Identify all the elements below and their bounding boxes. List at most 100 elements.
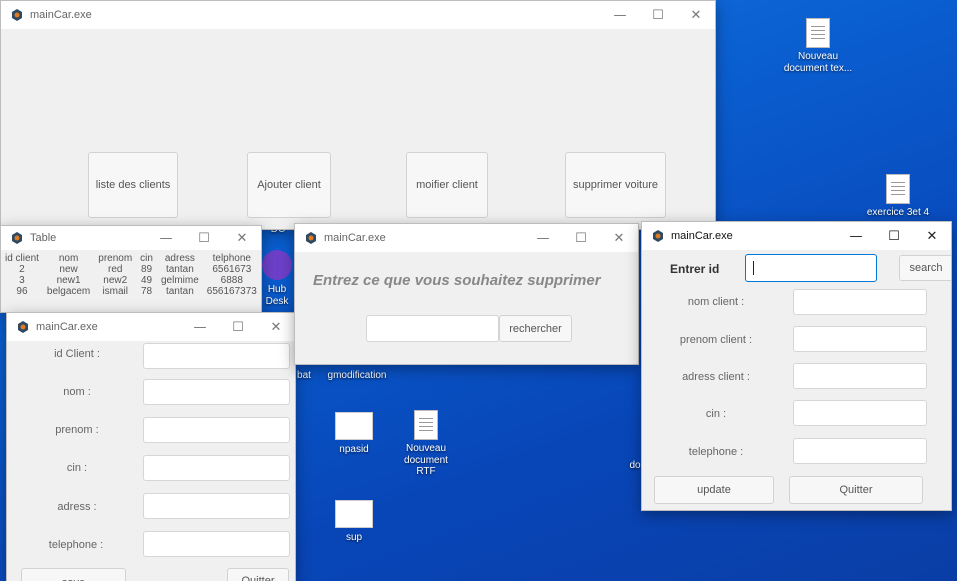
adress-client-field[interactable]: [793, 363, 927, 389]
close-button[interactable]: ✕: [223, 226, 261, 250]
minimize-button[interactable]: —: [147, 226, 185, 250]
id-client-label: id Client :: [54, 348, 100, 360]
text-document-icon: [886, 174, 910, 204]
delete-search-input[interactable]: [366, 315, 499, 342]
minimize-button[interactable]: —: [524, 224, 562, 252]
close-button[interactable]: ✕: [677, 1, 715, 29]
minimize-button[interactable]: —: [181, 313, 219, 341]
column-header: prenom: [98, 253, 133, 264]
update-window-titlebar[interactable]: mainCar.exe — ☐ ✕: [642, 222, 951, 250]
close-button[interactable]: ✕: [913, 222, 951, 250]
maximize-button[interactable]: ☐: [562, 224, 600, 252]
desktop-icon-nouveau-document-texte[interactable]: Nouveau document tex...: [782, 18, 854, 74]
table-cell: 96: [16, 286, 28, 297]
table-cell: red: [107, 264, 123, 275]
table-row[interactable]: 3 new1 new2 49 gelmime 6888: [1, 275, 261, 286]
prenom-client-field[interactable]: [793, 326, 927, 352]
desktop-icon-exercice[interactable]: exercice 3et 4: [858, 174, 938, 219]
table-cell: new2: [103, 275, 128, 286]
quit-button[interactable]: Quitter: [227, 568, 289, 581]
window-title: mainCar.exe: [30, 9, 92, 21]
delete-window: mainCar.exe — ☐ ✕ Entrez ce que vous sou…: [294, 223, 639, 365]
close-button[interactable]: ✕: [600, 224, 638, 252]
id-input[interactable]: [745, 254, 877, 282]
maximize-button[interactable]: ☐: [185, 226, 223, 250]
nom-label: nom :: [63, 386, 91, 398]
modify-client-button[interactable]: moifier client: [406, 152, 488, 218]
search-button[interactable]: search: [899, 255, 951, 281]
main-window: mainCar.exe — ☐ ✕ liste des clients Ajou…: [0, 0, 716, 230]
table-row[interactable]: 96 belgacem ismail 78 tantan 656167373: [1, 286, 261, 297]
table-cell: gelmime: [160, 275, 199, 286]
add-client-window: mainCar.exe — ☐ ✕ id Client : nom : pren…: [6, 312, 296, 581]
desktop-icon-label: Nouveau document RTF: [404, 443, 448, 477]
telephone-field[interactable]: [793, 438, 927, 464]
list-clients-button[interactable]: liste des clients: [88, 152, 178, 218]
column-header: nom: [58, 253, 79, 264]
maximize-button[interactable]: ☐: [639, 1, 677, 29]
delete-window-titlebar[interactable]: mainCar.exe — ☐ ✕: [295, 224, 638, 252]
minimize-button[interactable]: —: [601, 1, 639, 29]
prenom-label: prenom :: [55, 424, 99, 436]
app-icon: [653, 230, 663, 242]
table-cell: 2: [19, 264, 25, 275]
adress-client-label: adress client :: [682, 371, 750, 383]
table-window: Table — ☐ ✕ id client nom prenom cin adr…: [0, 225, 262, 313]
desktop-icon-label: npasid: [339, 444, 369, 455]
close-button[interactable]: ✕: [257, 313, 295, 341]
rtf-document-icon: [414, 410, 438, 440]
delete-prompt: Entrez ce que vous souhaitez supprimer: [313, 272, 601, 289]
table-cell: ismail: [102, 286, 128, 297]
nom-client-field[interactable]: [793, 289, 927, 315]
column-header: id client: [5, 253, 39, 264]
window-title: mainCar.exe: [324, 232, 386, 244]
table-cell: 6561673: [212, 264, 252, 275]
table-row[interactable]: 2 new red 89 tantan 6561673: [1, 264, 261, 275]
table-header-row: id client nom prenom cin adress telphone: [1, 253, 261, 264]
nom-client-label: nom client :: [687, 296, 745, 308]
desktop-icon-sup[interactable]: sup: [330, 500, 378, 544]
delete-car-button[interactable]: supprimer voiture: [565, 152, 666, 218]
rechercher-button[interactable]: rechercher: [499, 315, 572, 342]
prenom-field[interactable]: [143, 417, 290, 443]
table-window-titlebar[interactable]: Table — ☐ ✕: [1, 226, 261, 250]
desktop-icon-github-desktop[interactable]: Hub Desk: [258, 250, 296, 307]
adress-label: adress :: [57, 501, 97, 513]
save-button[interactable]: save: [21, 568, 126, 581]
cin-field[interactable]: [793, 400, 927, 426]
add-client-button[interactable]: Ajouter client: [247, 152, 331, 218]
telephone-label: telephone :: [48, 539, 104, 551]
id-client-field[interactable]: [143, 343, 290, 369]
clients-table: id client nom prenom cin adress telphone…: [1, 253, 261, 297]
telephone-label: telephone :: [688, 446, 744, 458]
desktop-icon-nouveau-rtf[interactable]: Nouveau document RTF: [396, 410, 456, 478]
desktop-icon-label: do: [629, 460, 641, 471]
nom-field[interactable]: [143, 379, 290, 405]
table-cell: new: [59, 264, 78, 275]
desktop-icon-npasid[interactable]: npasid: [330, 412, 378, 456]
update-button[interactable]: update: [654, 476, 774, 504]
telephone-field[interactable]: [143, 531, 290, 557]
prenom-client-label: prenom client :: [679, 334, 753, 346]
minimize-button[interactable]: —: [837, 222, 875, 250]
maximize-button[interactable]: ☐: [875, 222, 913, 250]
maximize-button[interactable]: ☐: [219, 313, 257, 341]
quit-button[interactable]: Quitter: [789, 476, 923, 504]
column-header: adress: [164, 253, 195, 264]
table-cell: 78: [141, 286, 153, 297]
table-cell: 3: [19, 275, 25, 286]
add-window-titlebar[interactable]: mainCar.exe — ☐ ✕: [7, 313, 295, 341]
desktop-icon-label: exercice 3et 4: [866, 207, 930, 218]
adress-field[interactable]: [143, 493, 290, 519]
desktop-icon-gmodification[interactable]: gmodification: [322, 370, 392, 382]
desktop-icon-bat[interactable]: bat: [293, 370, 315, 382]
image-thumbnail-icon: [335, 412, 373, 440]
text-cursor: [753, 261, 754, 275]
text-document-icon: [806, 18, 830, 48]
enter-id-label: Entrer id: [670, 262, 720, 276]
cin-field[interactable]: [143, 455, 290, 481]
table-cell: new1: [56, 275, 81, 286]
desktop-icon-do[interactable]: do: [628, 460, 642, 472]
main-window-titlebar[interactable]: mainCar.exe — ☐ ✕: [1, 1, 715, 29]
app-icon: [306, 232, 316, 244]
